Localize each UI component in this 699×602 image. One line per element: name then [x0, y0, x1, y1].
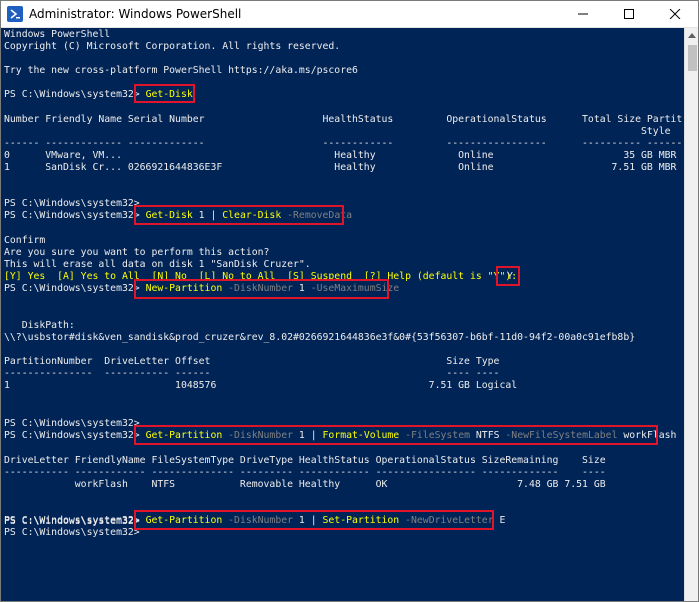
- diskpath-label: DiskPath:: [4, 320, 75, 331]
- confirm-detail: This will erase all data on disk 1 "SanD…: [4, 259, 311, 270]
- confirm-question: Are you sure you want to perform this ac…: [4, 247, 270, 258]
- highlight-box: [496, 266, 520, 286]
- highlight-box: [134, 205, 344, 225]
- highlight-box: [134, 84, 195, 103]
- partition-table-row: 1 1048576 7.51 GB Logical: [4, 380, 518, 391]
- volume-table-row: workFlash NTFS Removable Healthy OK 7.48…: [4, 479, 606, 490]
- banner-line: Windows PowerShell: [4, 29, 111, 40]
- prompt-line: PS C:\Windows\system32>: [4, 418, 140, 429]
- scrollbar-thumb[interactable]: [688, 45, 697, 71]
- vertical-scrollbar[interactable]: [684, 28, 698, 601]
- highlight-box: [134, 279, 389, 299]
- prompt: PS C:\Windows\system32>: [4, 89, 146, 100]
- pscore-hint-line: Try the new cross-platform PowerShell ht…: [4, 65, 358, 76]
- scroll-up-arrow-icon: [688, 33, 696, 38]
- title-bar[interactable]: Administrator: Windows PowerShell: [1, 1, 698, 28]
- close-icon: [669, 9, 681, 19]
- maximize-icon: [624, 9, 634, 19]
- disk-table-header-cont: Style: [4, 126, 671, 137]
- disk-table-row: 1 SanDisk Cr... 0266921644836E3F Healthy…: [4, 162, 677, 173]
- close-button[interactable]: [652, 1, 698, 27]
- powershell-icon: [7, 6, 23, 22]
- partition-table-header: PartitionNumber DriveLetter Offset Size …: [4, 356, 500, 367]
- console-output[interactable]: Windows PowerShell Copyright (C) Microso…: [1, 28, 683, 601]
- minimize-icon: [578, 13, 588, 15]
- volume-table-header: DriveLetter FriendlyName FileSystemType …: [4, 455, 606, 466]
- scroll-up-button[interactable]: [685, 28, 698, 44]
- powershell-window: Administrator: Windows PowerShell Window…: [0, 0, 699, 602]
- disk-table-header: Number Friendly Name Serial Number Healt…: [4, 114, 683, 125]
- copyright-line: Copyright (C) Microsoft Corporation. All…: [4, 41, 341, 52]
- disk-table-separator: ------ ------------- ------------- -----…: [4, 138, 683, 149]
- prompt-line: PS C:\Windows\system32>: [4, 527, 140, 538]
- prompt: PS C:\Windows\system32>: [4, 283, 146, 294]
- prompt: PS C:\Windows\system32>: [4, 430, 146, 441]
- prompt: PS C:\Windows\system32>: [4, 515, 146, 526]
- minimize-button[interactable]: [560, 1, 606, 27]
- disk-table-row: 0 VMware, VM... Healthy Online 35 GB MBR: [4, 150, 677, 161]
- argument: E: [493, 515, 506, 526]
- partition-table-separator: --------------- ----------- ------ ---- …: [4, 368, 500, 379]
- highlight-box: [134, 425, 658, 445]
- prompt: PS C:\Windows\system32>: [4, 210, 146, 221]
- volume-table-separator: ----------- ------------ -------------- …: [4, 467, 606, 478]
- maximize-button[interactable]: [606, 1, 652, 27]
- window-title: Administrator: Windows PowerShell: [29, 7, 242, 21]
- confirm-title: Confirm: [4, 235, 46, 246]
- diskpath-value: \\?\usbstor#disk&ven_sandisk&prod_cruzer…: [4, 332, 636, 343]
- prompt-line: PS C:\Windows\system32>: [4, 198, 140, 209]
- highlight-box: [134, 510, 494, 530]
